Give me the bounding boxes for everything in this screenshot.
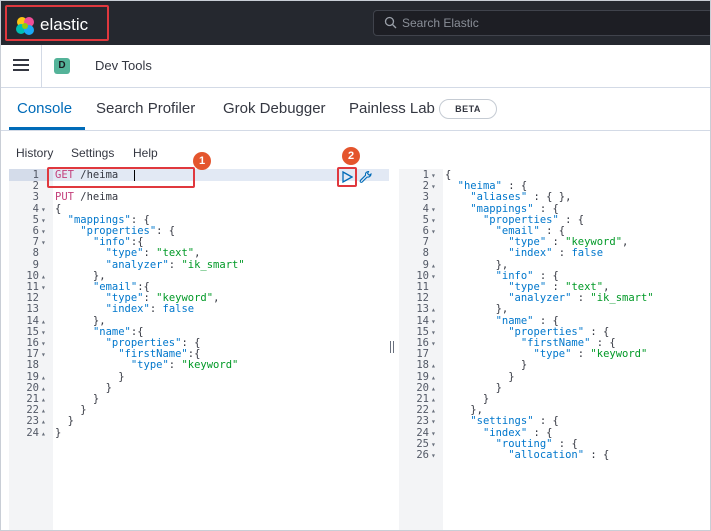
- fold-open-icon[interactable]: ▾: [431, 327, 441, 338]
- code-text: "type": "keyword": [130, 359, 239, 372]
- fold-open-icon[interactable]: ▾: [431, 338, 441, 349]
- elastic-home-link[interactable]: elastic: [5, 5, 109, 41]
- fold-close-icon[interactable]: ▴: [431, 405, 441, 416]
- help-link[interactable]: Help: [133, 146, 158, 160]
- line-number: 13: [416, 303, 429, 316]
- line-number: 23: [26, 415, 39, 428]
- response-editor[interactable]: 1 ▾{2 ▾ "heima" : {3 "aliases" : { }, 4 ▾ "m…: [399, 169, 710, 530]
- code-text: }: [55, 426, 62, 439]
- code-text: PUT /heima: [55, 191, 119, 204]
- request-code-line[interactable]: 23 ▴ }: [9, 416, 389, 427]
- tab-painless-lab[interactable]: Painless Lab: [349, 100, 435, 117]
- request-code-line[interactable]: 3 PUT /heima: [9, 192, 389, 203]
- fold-close-icon[interactable]: ▴: [41, 428, 51, 439]
- fold-close-icon[interactable]: ▴: [431, 260, 441, 271]
- annotation-badge-2: 2: [342, 147, 360, 165]
- history-link[interactable]: History: [16, 146, 53, 160]
- line-number: 3: [422, 191, 429, 204]
- fold-close-icon[interactable]: ▴: [431, 304, 441, 315]
- request-code-line[interactable]: 24 ▴}: [9, 426, 389, 439]
- line-number: 26: [416, 449, 429, 461]
- space-avatar[interactable]: D: [54, 58, 70, 74]
- active-tab-indicator: [9, 127, 85, 130]
- fold-open-icon[interactable]: ▾: [41, 349, 51, 360]
- tab-grok-debugger[interactable]: Grok Debugger: [223, 100, 326, 117]
- fold-open-icon[interactable]: ▾: [41, 338, 51, 349]
- app-header: D Dev Tools: [1, 45, 710, 88]
- line-number: 24: [26, 426, 39, 439]
- fold-close-icon[interactable]: ▴: [431, 360, 441, 371]
- global-search[interactable]: [373, 10, 710, 36]
- fold-close-icon[interactable]: ▴: [41, 316, 51, 327]
- fold-close-icon[interactable]: ▴: [41, 405, 51, 416]
- fold-close-icon[interactable]: ▴: [41, 383, 51, 394]
- fold-open-icon[interactable]: ▾: [431, 204, 441, 215]
- code-text: }: [445, 359, 528, 372]
- fold-open-icon[interactable]: ▾: [41, 282, 51, 293]
- fold-open-icon[interactable]: ▾: [431, 428, 441, 439]
- tab-console[interactable]: Console: [17, 100, 72, 117]
- tab-search-profiler[interactable]: Search Profiler: [96, 100, 195, 117]
- response-code-line[interactable]: 8 "index" : false: [399, 248, 710, 259]
- response-code-line[interactable]: 18 ▴ }: [399, 360, 710, 371]
- line-number: 3: [32, 191, 39, 204]
- fold-close-icon[interactable]: ▴: [41, 372, 51, 383]
- editor-resize-handle[interactable]: [389, 341, 395, 355]
- fold-open-icon[interactable]: ▾: [41, 204, 51, 215]
- kibana-window: elastic D Dev Tools Console Search Profi…: [0, 0, 711, 531]
- line-number: 18: [416, 359, 429, 372]
- response-code-line[interactable]: 13 ▴ },: [399, 304, 710, 315]
- dev-tools-tabs: Console Search Profiler Grok Debugger Pa…: [1, 88, 710, 131]
- fold-open-icon[interactable]: ▾: [431, 215, 441, 226]
- line-number: 18: [26, 359, 39, 372]
- brand-name: elastic: [40, 15, 89, 34]
- response-code-line[interactable]: 26 ▾ "allocation" : {: [399, 449, 710, 461]
- code-text: }: [55, 415, 74, 428]
- code-text: "index": false: [105, 303, 195, 316]
- hamburger-menu-icon[interactable]: [13, 58, 29, 72]
- fold-open-icon[interactable]: ▾: [41, 237, 51, 248]
- line-number: 8: [422, 247, 429, 260]
- fold-open-icon[interactable]: ▾: [431, 416, 441, 427]
- fold-close-icon[interactable]: ▴: [41, 394, 51, 405]
- fold-open-icon[interactable]: ▾: [431, 450, 441, 461]
- beta-badge: BETA: [439, 99, 497, 119]
- response-code-line[interactable]: 3 "aliases" : { },: [399, 192, 710, 203]
- fold-open-icon[interactable]: ▾: [431, 170, 441, 181]
- annotation-box-run-button: [337, 167, 357, 187]
- fold-close-icon[interactable]: ▴: [431, 383, 441, 394]
- request-code-line[interactable]: 18 "type": "keyword": [9, 360, 389, 371]
- fold-open-icon[interactable]: ▾: [431, 439, 441, 450]
- annotation-box-request-line: [47, 167, 195, 188]
- settings-link[interactable]: Settings: [71, 146, 114, 160]
- fold-open-icon[interactable]: ▾: [41, 327, 51, 338]
- line-number: 8: [32, 247, 39, 260]
- header-divider: [41, 45, 42, 87]
- search-input[interactable]: [402, 12, 702, 34]
- top-header-bar: elastic: [1, 1, 710, 45]
- fold-open-icon[interactable]: ▾: [431, 226, 441, 237]
- breadcrumb[interactable]: Dev Tools: [95, 58, 152, 73]
- response-code-line[interactable]: 23 ▾ "settings" : {: [399, 416, 710, 427]
- code-text: "index" : false: [508, 247, 604, 260]
- line-number: 23: [416, 415, 429, 428]
- wrench-settings-icon[interactable]: [359, 170, 373, 184]
- fold-open-icon[interactable]: ▾: [431, 316, 441, 327]
- elastic-logo-icon: [16, 17, 34, 35]
- fold-open-icon[interactable]: ▾: [431, 181, 441, 192]
- fold-close-icon[interactable]: ▴: [41, 271, 51, 282]
- fold-close-icon[interactable]: ▴: [431, 372, 441, 383]
- fold-open-icon[interactable]: ▾: [41, 226, 51, 237]
- fold-close-icon[interactable]: ▴: [431, 394, 441, 405]
- fold-open-icon[interactable]: ▾: [41, 215, 51, 226]
- search-icon: [384, 16, 397, 29]
- fold-open-icon[interactable]: ▾: [431, 271, 441, 282]
- request-code-line[interactable]: 13 "index": false: [9, 304, 389, 315]
- annotation-badge-1: 1: [193, 152, 211, 170]
- code-text: "allocation" : {: [508, 449, 610, 461]
- line-number: 13: [26, 303, 39, 316]
- request-editor[interactable]: 1 GET /heima 2 3 PUT /heima 4 ▾{5 ▾ "mappings":…: [9, 169, 389, 530]
- fold-close-icon[interactable]: ▴: [41, 416, 51, 427]
